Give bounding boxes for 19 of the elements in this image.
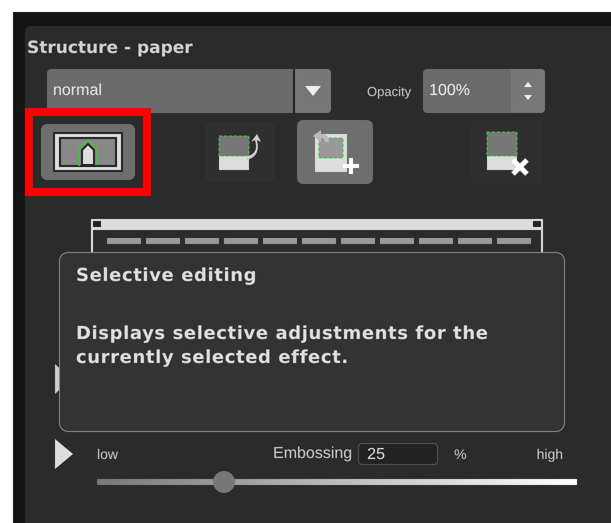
unit-label: % xyxy=(454,446,467,462)
tooltip-text: Displays selective adjustments for the currently selected effect. xyxy=(76,322,490,370)
tooltip-title: Selective editing xyxy=(76,265,258,286)
delete-layer-button[interactable] xyxy=(471,120,543,184)
min-label: low xyxy=(97,446,118,462)
value-field[interactable]: 25 xyxy=(358,443,438,465)
opacity-spinner[interactable]: 100% xyxy=(423,69,546,113)
blend-mode-dropdown[interactable]: normal xyxy=(47,69,331,113)
expand-icon xyxy=(55,439,73,469)
slider-label: Embossing xyxy=(273,445,352,463)
selective-editing-button[interactable] xyxy=(41,124,135,180)
caret-icon xyxy=(304,85,322,97)
slider-thumb[interactable] xyxy=(213,471,236,493)
frame-icon xyxy=(53,132,123,172)
max-label: high xyxy=(536,446,564,462)
panel-title: Structure - paper xyxy=(27,37,194,59)
add-layer-button[interactable] xyxy=(297,120,373,184)
rotate-button[interactable] xyxy=(205,122,275,182)
opacity-label: Opacity xyxy=(367,84,412,98)
